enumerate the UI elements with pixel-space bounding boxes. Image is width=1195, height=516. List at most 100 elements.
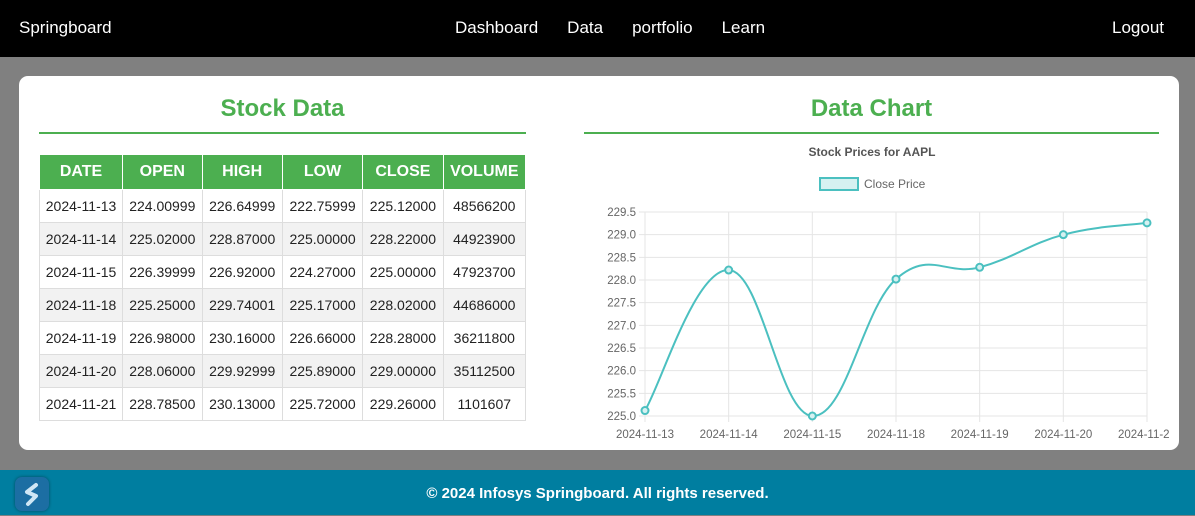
cell-volume: 44923900 bbox=[442, 222, 527, 256]
col-header-high: HIGH bbox=[201, 154, 283, 190]
x-tick-label: 2024-11-14 bbox=[700, 429, 759, 438]
cell-open: 225.25000 bbox=[122, 288, 203, 322]
nav-link-learn[interactable]: Learn bbox=[722, 18, 765, 38]
table-row: 2024-11-15 226.39999 226.92000 224.27000… bbox=[38, 255, 527, 289]
data-point[interactable] bbox=[1058, 230, 1068, 240]
chart-title: Stock Prices for AAPL bbox=[809, 145, 936, 159]
cell-high: 226.92000 bbox=[201, 255, 283, 289]
col-header-close: CLOSE bbox=[362, 154, 444, 190]
cell-high: 226.64999 bbox=[201, 189, 283, 223]
copyright-text: © 2024 Infosys Springboard. All rights r… bbox=[426, 485, 769, 502]
chart-grid bbox=[639, 211, 1148, 422]
cell-high: 229.92999 bbox=[201, 354, 283, 388]
logout-link[interactable]: Logout bbox=[1112, 18, 1164, 38]
table-row: 2024-11-18 225.25000 229.74001 225.17000… bbox=[38, 288, 527, 322]
cell-high: 230.13000 bbox=[201, 387, 283, 421]
table-row: 2024-11-13 224.00999 226.64999 222.75999… bbox=[38, 189, 527, 223]
cell-open: 226.39999 bbox=[122, 255, 203, 289]
cell-date: 2024-11-18 bbox=[38, 288, 124, 322]
x-tick-label: 2024-11-20 bbox=[1034, 429, 1092, 438]
cell-open: 224.00999 bbox=[122, 189, 203, 223]
cell-close: 229.00000 bbox=[362, 354, 444, 388]
cell-low: 225.00000 bbox=[281, 222, 364, 256]
y-axis: 229.5 229.0 228.5 228.0 227.5 227.0 226.5 226.0… bbox=[607, 207, 636, 423]
table-row: 2024-11-19 226.98000 230.16000 226.66000… bbox=[38, 321, 527, 355]
chart-legend[interactable]: Close Price bbox=[819, 177, 926, 191]
nav-link-dashboard[interactable]: Dashboard bbox=[455, 18, 538, 38]
cell-volume: 35112500 bbox=[442, 354, 527, 388]
data-point[interactable] bbox=[724, 265, 734, 275]
cell-date: 2024-11-14 bbox=[38, 222, 124, 256]
brand-name[interactable]: Springboard bbox=[19, 18, 112, 38]
stock-data-table: DATE OPEN HIGH LOW CLOSE VOLUME 2024-11-… bbox=[38, 154, 527, 421]
y-tick-label: 229.0 bbox=[607, 230, 636, 242]
table-row: 2024-11-21 228.78500 230.13000 225.72000… bbox=[38, 387, 527, 421]
data-chart-title: Data Chart bbox=[810, 95, 933, 122]
stock-data-divider bbox=[39, 132, 526, 134]
table-row: 2024-11-14 225.02000 228.87000 225.00000… bbox=[38, 222, 527, 256]
y-tick-label: 228.0 bbox=[607, 275, 636, 287]
y-tick-label: 225.5 bbox=[607, 388, 636, 400]
cell-low: 225.89000 bbox=[281, 354, 364, 388]
cell-close: 225.12000 bbox=[362, 189, 444, 223]
cell-volume: 36211800 bbox=[442, 321, 527, 355]
cell-close: 225.00000 bbox=[362, 255, 444, 289]
x-tick-label: 2024-11-13 bbox=[616, 429, 674, 438]
cell-volume: 1101607 bbox=[442, 387, 527, 421]
legend-swatch bbox=[819, 177, 859, 191]
col-header-low: LOW bbox=[281, 154, 364, 190]
legend-label: Close Price bbox=[864, 177, 926, 191]
data-point[interactable] bbox=[640, 406, 650, 416]
cell-date: 2024-11-15 bbox=[38, 255, 124, 289]
y-tick-label: 227.5 bbox=[607, 298, 636, 310]
cell-date: 2024-11-19 bbox=[38, 321, 124, 355]
cell-open: 225.02000 bbox=[122, 222, 203, 256]
y-tick-label: 226.0 bbox=[607, 366, 636, 378]
cell-open: 228.78500 bbox=[122, 387, 203, 421]
col-header-open: OPEN bbox=[122, 154, 203, 190]
cell-volume: 47923700 bbox=[442, 255, 527, 289]
cell-low: 225.72000 bbox=[281, 387, 364, 421]
cell-volume: 44686000 bbox=[442, 288, 527, 322]
y-tick-label: 229.5 bbox=[607, 207, 636, 219]
footer: © 2024 Infosys Springboard. All rights r… bbox=[0, 470, 1195, 515]
cell-high: 228.87000 bbox=[201, 222, 283, 256]
data-point[interactable] bbox=[975, 262, 985, 272]
x-tick-label: 2024-11-18 bbox=[867, 429, 925, 438]
close-price-line-chart: Stock Prices for AAPL Close Price 229.5 2… bbox=[607, 145, 1169, 438]
cell-low: 224.27000 bbox=[281, 255, 364, 289]
cell-date: 2024-11-13 bbox=[38, 189, 124, 223]
col-header-date: DATE bbox=[38, 154, 124, 190]
cell-date: 2024-11-20 bbox=[38, 354, 124, 388]
cell-close: 229.26000 bbox=[362, 387, 444, 421]
stock-data-title: Stock Data bbox=[220, 95, 345, 122]
x-tick-label: 2024-11-19 bbox=[951, 429, 1009, 438]
cell-close: 228.28000 bbox=[362, 321, 444, 355]
data-point[interactable] bbox=[1142, 218, 1152, 228]
cell-open: 228.06000 bbox=[122, 354, 203, 388]
x-axis: 2024-11-13 2024-11-14 2024-11-15 2024-11-18… bbox=[616, 429, 1169, 438]
cell-date: 2024-11-21 bbox=[38, 387, 124, 421]
y-tick-label: 225.0 bbox=[607, 411, 636, 423]
data-point[interactable] bbox=[807, 411, 817, 421]
nav-link-data[interactable]: Data bbox=[567, 18, 603, 38]
y-tick-label: 227.0 bbox=[607, 320, 636, 332]
cell-close: 228.22000 bbox=[362, 222, 444, 256]
x-tick-label: 2024-11-15 bbox=[783, 429, 841, 438]
cell-close: 228.02000 bbox=[362, 288, 444, 322]
data-point[interactable] bbox=[891, 274, 901, 284]
nav-link-portfolio[interactable]: portfolio bbox=[632, 18, 692, 38]
cell-open: 226.98000 bbox=[122, 321, 203, 355]
table-row: 2024-11-20 228.06000 229.92999 225.89000… bbox=[38, 354, 527, 388]
data-chart-divider bbox=[584, 132, 1159, 134]
top-navbar: Springboard Dashboard Data portfolio Lea… bbox=[0, 0, 1195, 57]
y-tick-label: 228.5 bbox=[607, 252, 636, 264]
cell-low: 226.66000 bbox=[281, 321, 364, 355]
cell-high: 230.16000 bbox=[201, 321, 283, 355]
x-tick-label: 2024-11-21 bbox=[1118, 429, 1169, 438]
nav-links: Dashboard Data portfolio Learn bbox=[455, 18, 765, 38]
table-header-row: DATE OPEN HIGH LOW CLOSE VOLUME bbox=[38, 154, 527, 190]
content-card: Stock Data DATE OPEN HIGH LOW CLOSE VOLU… bbox=[19, 76, 1179, 450]
cell-volume: 48566200 bbox=[442, 189, 527, 223]
cell-high: 229.74001 bbox=[201, 288, 283, 322]
